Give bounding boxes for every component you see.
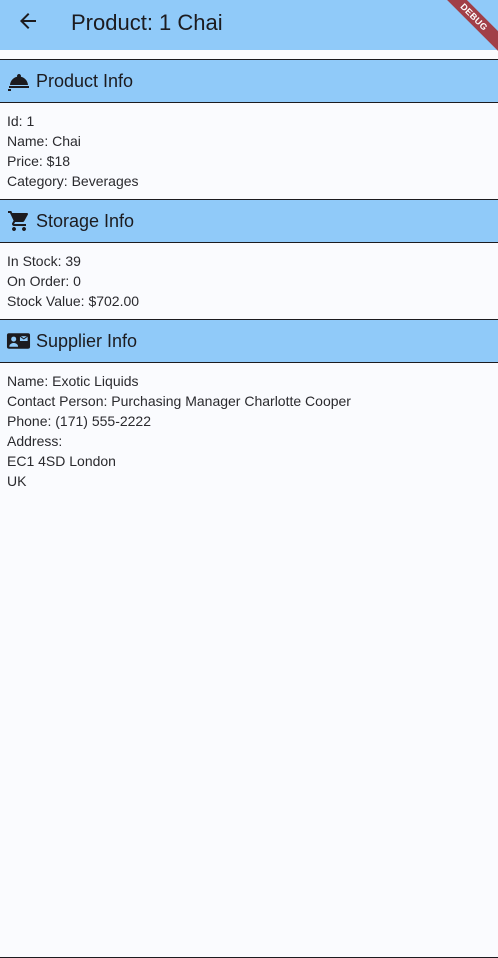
product-id: Id: 1	[7, 113, 35, 129]
back-button[interactable]	[8, 3, 48, 43]
storage-info-title: Storage Info	[36, 210, 135, 231]
supplier-address-city: EC1 4SD London	[7, 453, 116, 469]
supplier-name: Name: Exotic Liquids	[7, 373, 139, 389]
supplier-info-title: Supplier Info	[36, 330, 138, 351]
on-order: On Order: 0	[7, 273, 81, 289]
supplier-info-header: Supplier Info	[0, 319, 498, 363]
supplier-info-list: Name: Exotic Liquids Contact Person: Pur…	[7, 371, 351, 491]
stock-value: Stock Value: $702.00	[7, 293, 140, 309]
supplier-address-label: Address:	[7, 433, 63, 449]
shopping-cart-icon	[6, 209, 31, 234]
product-info-list: Id: 1 Name: Chai Price: $18 Category: Be…	[7, 111, 139, 191]
supplier-contact: Contact Person: Purchasing Manager Charl…	[7, 393, 351, 409]
product-price: Price: $18	[7, 153, 71, 169]
debug-banner: DEBUG	[438, 0, 498, 60]
supplier-address-country: UK	[7, 473, 27, 489]
page-title: Product: 1 Chai	[71, 10, 223, 35]
room-service-icon	[6, 69, 31, 94]
storage-info-header: Storage Info	[0, 199, 498, 243]
product-info-title: Product Info	[36, 70, 134, 91]
contact-mail-icon	[6, 329, 31, 354]
product-detail-page: Product: 1 Chai DEBUG Product Info Id: 1…	[0, 0, 498, 958]
arrow-back-icon	[16, 9, 40, 38]
supplier-phone: Phone: (171) 555-2222	[7, 413, 151, 429]
product-info-header: Product Info	[0, 59, 498, 103]
debug-label: DEBUG	[438, 0, 498, 58]
app-bar: Product: 1 Chai DEBUG	[0, 0, 498, 58]
storage-info-list: In Stock: 39 On Order: 0 Stock Value: $7…	[7, 251, 139, 311]
product-category: Category: Beverages	[7, 173, 139, 189]
product-name: Name: Chai	[7, 133, 81, 149]
in-stock: In Stock: 39	[7, 253, 81, 269]
